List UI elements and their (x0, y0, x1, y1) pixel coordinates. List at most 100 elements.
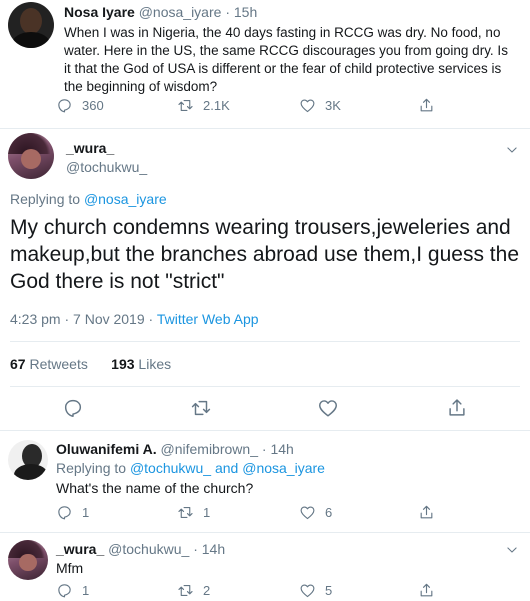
author-handle[interactable]: @nifemibrown_ (161, 441, 258, 457)
tweet-time[interactable]: 14h (202, 541, 225, 557)
author-name[interactable]: _wura_ (56, 541, 104, 557)
like-button[interactable] (317, 397, 339, 419)
tweet-meta: 4:23 pm · 7 Nov 2019 · Twitter Web App (10, 311, 259, 327)
retweet-count: 1 (203, 505, 211, 520)
avatar-body (12, 32, 50, 48)
avatar-face (20, 8, 42, 34)
reply-button[interactable]: 1 (56, 582, 89, 599)
author-name[interactable]: Nosa Iyare (64, 4, 135, 20)
tweet-source[interactable]: Twitter Web App (157, 311, 259, 327)
like-button[interactable]: 5 (299, 582, 332, 599)
reply-count: 1 (82, 505, 90, 520)
like-icon (317, 397, 339, 419)
retweet-icon (177, 582, 194, 599)
avatar[interactable] (8, 2, 54, 48)
parent-tweet[interactable]: Nosa Iyare @nosa_iyare · 15h When I was … (0, 0, 530, 128)
separator: · (225, 4, 230, 20)
retweet-icon (177, 97, 194, 114)
reply-icon (56, 97, 73, 114)
author-handle[interactable]: @tochukwu_ (108, 541, 189, 557)
like-button[interactable]: 3K (299, 97, 341, 114)
engagement-counts: 67 Retweets 193 Likes (10, 356, 171, 372)
more-options-button[interactable] (505, 143, 519, 157)
meta-separator: · (148, 311, 154, 327)
retweet-icon (190, 397, 212, 419)
retweet-button[interactable]: 2.1K (177, 97, 230, 114)
author-name[interactable]: _wura_ (66, 140, 114, 156)
likes-count: 193 (111, 356, 135, 372)
replying-to-link[interactable]: @tochukwu_ (130, 460, 211, 476)
share-icon (418, 97, 435, 114)
tweet-timestamp[interactable]: 4:23 pm · 7 Nov 2019 (10, 311, 145, 327)
reply-button[interactable]: 1 (56, 504, 89, 521)
divider (10, 341, 520, 342)
reply-icon (56, 582, 73, 599)
like-icon (299, 504, 316, 521)
retweet-count: 2.1K (203, 98, 230, 113)
replying-prefix: Replying to (56, 460, 127, 476)
share-button[interactable] (418, 582, 435, 599)
share-button[interactable] (418, 504, 435, 521)
tweet-actions (0, 397, 530, 421)
like-icon (299, 97, 316, 114)
chevron-down-icon (505, 543, 519, 557)
tweet-time[interactable]: 14h (270, 441, 293, 457)
avatar-face (20, 148, 42, 169)
author-name[interactable]: Oluwanifemi A. (56, 441, 157, 457)
separator: · (193, 541, 198, 557)
avatar[interactable] (8, 440, 48, 480)
share-button[interactable] (418, 97, 435, 114)
retweet-icon (177, 504, 194, 521)
tweet-actions: 360 2.1K 3K (0, 97, 530, 121)
divider (0, 430, 530, 431)
author-handle[interactable]: @tochukwu_ (66, 159, 147, 175)
retweet-count: 2 (203, 583, 211, 598)
likes-stat[interactable]: 193 Likes (111, 356, 171, 372)
reply-icon (62, 397, 84, 419)
tweet-actions: 1 2 5 (0, 582, 530, 601)
tweet-text: What's the name of the church? (56, 480, 254, 496)
replying-to: Replying to @nosa_iyare (10, 191, 167, 207)
replying-to: Replying to @tochukwu_ and @nosa_iyare (56, 460, 325, 476)
reply-header: _wura_ @tochukwu_ · 14h (56, 541, 225, 557)
share-icon (418, 504, 435, 521)
share-button[interactable] (446, 397, 468, 419)
like-button[interactable]: 6 (299, 504, 332, 521)
avatar[interactable] (8, 540, 48, 580)
chevron-down-icon (505, 143, 519, 157)
like-count: 6 (325, 505, 333, 520)
tweet-text: My church condemns wearing trousers,jewe… (10, 216, 519, 293)
like-icon (299, 582, 316, 599)
avatar-face (19, 553, 37, 572)
retweets-label: Retweets (29, 356, 88, 372)
tweet-actions: 1 1 6 (0, 504, 530, 528)
avatar[interactable] (8, 133, 54, 179)
like-count: 3K (325, 98, 341, 113)
reply-count: 360 (82, 98, 104, 113)
more-options-button[interactable] (505, 543, 519, 557)
replying-prefix: Replying to (10, 191, 81, 207)
reply-icon (56, 504, 73, 521)
retweet-button[interactable] (190, 397, 212, 419)
reply-count: 1 (82, 583, 90, 598)
replying-to-link[interactable]: @nosa_iyare (242, 460, 325, 476)
divider (10, 386, 520, 387)
replying-to-link[interactable]: @nosa_iyare (84, 191, 167, 207)
tweet-header: Nosa Iyare @nosa_iyare · 15h (64, 4, 257, 20)
retweet-button[interactable]: 2 (177, 582, 210, 599)
author-handle[interactable]: @nosa_iyare (139, 4, 222, 20)
separator: · (261, 441, 267, 457)
like-count: 5 (325, 583, 333, 598)
retweets-stat[interactable]: 67 Retweets (10, 356, 92, 372)
reply-button[interactable] (62, 397, 84, 419)
avatar-body (14, 464, 48, 480)
divider (0, 532, 530, 533)
retweets-count: 67 (10, 356, 26, 372)
reply-button[interactable]: 360 (56, 97, 104, 114)
likes-label: Likes (138, 356, 172, 372)
tweet-time[interactable]: 15h (234, 4, 257, 20)
divider (0, 128, 530, 129)
retweet-button[interactable]: 1 (177, 504, 210, 521)
tweet-text: When I was in Nigeria, the 40 days fasti… (64, 25, 508, 94)
share-icon (418, 582, 435, 599)
